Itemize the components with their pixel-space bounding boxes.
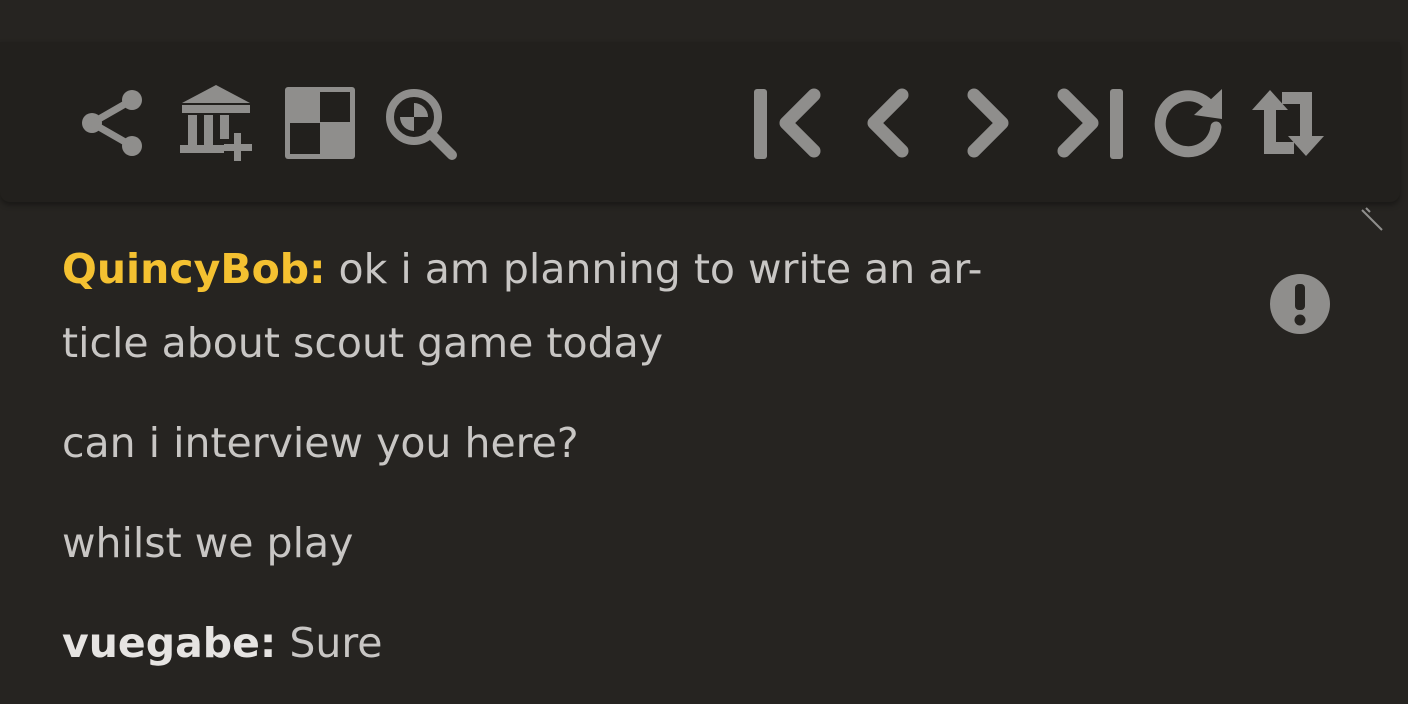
zoom-analysis-icon [386, 89, 457, 160]
chat-message: vuegabe: Sure [62, 606, 1202, 680]
game-panel: QuincyBob: ok i am planning to write an … [0, 0, 1408, 704]
chat-text: ok i am planning to write an ar- [325, 245, 983, 293]
chat-text: can i interview you here? [62, 419, 579, 467]
next-move-icon [967, 88, 1009, 158]
first-move-button[interactable] [752, 81, 826, 165]
previous-move-button[interactable] [862, 81, 914, 165]
analysis-board-icon [285, 87, 355, 159]
resize-grip-icon[interactable] [1360, 206, 1386, 232]
analysis-board-button[interactable] [284, 81, 356, 165]
last-move-button[interactable] [1052, 81, 1126, 165]
chat-text: ticle about scout game today [62, 319, 663, 367]
chat-message: can i interview you here? [62, 406, 1202, 480]
zoom-analysis-button[interactable] [382, 81, 458, 165]
share-button[interactable] [78, 81, 146, 165]
previous-move-icon [867, 88, 909, 158]
next-move-button[interactable] [962, 81, 1014, 165]
add-to-library-button[interactable] [178, 81, 258, 165]
share-icon [82, 90, 142, 156]
chat-text: whilst we play [62, 519, 354, 567]
chat-message-continued: ticle about scout game today [62, 306, 1202, 380]
chat-text: Sure [276, 619, 383, 667]
add-to-library-icon [180, 85, 252, 161]
chat-message: QuincyBob: ok i am planning to write an … [62, 232, 1202, 306]
chat-username[interactable]: QuincyBob: [62, 245, 325, 293]
flip-board-button[interactable] [1250, 81, 1326, 165]
flip-board-icon [1252, 90, 1324, 156]
first-move-icon [754, 88, 821, 159]
chat-username[interactable]: vuegabe: [62, 619, 276, 667]
chat-message: whilst we play [62, 506, 1202, 580]
refresh-icon [1154, 89, 1222, 158]
report-icon[interactable] [1268, 272, 1332, 336]
chat-messages: QuincyBob: ok i am planning to write an … [62, 232, 1202, 680]
last-move-icon [1057, 88, 1123, 159]
refresh-button[interactable] [1150, 81, 1226, 165]
